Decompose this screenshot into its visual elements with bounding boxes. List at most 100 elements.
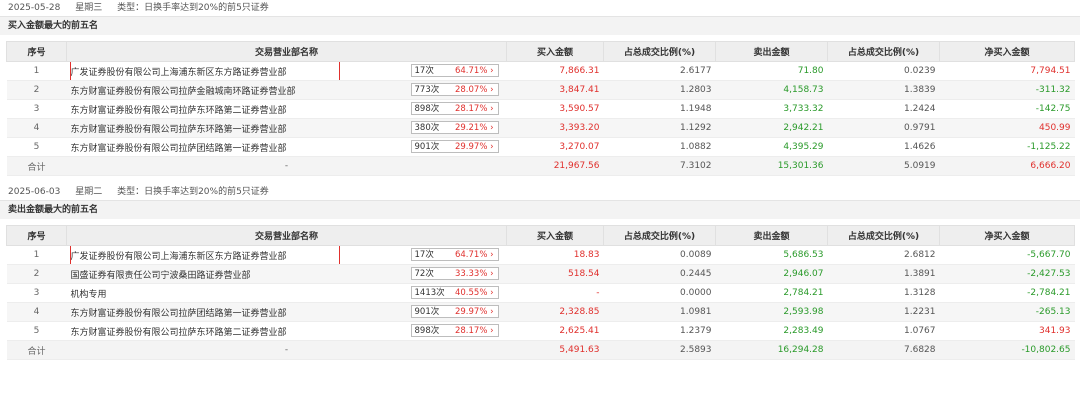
broker-stats-button[interactable]: 17次 64.71% › — [410, 248, 499, 261]
win-rate: 64.71% › — [454, 250, 494, 260]
sell-amount: 71.80 — [715, 61, 828, 81]
col-header-buy-ratio: 占总成交比例(%) — [603, 41, 716, 62]
col-header-sell-ratio: 占总成交比例(%) — [827, 225, 940, 246]
buy-amount: - — [506, 283, 604, 303]
sell-amount: 2,942.21 — [715, 118, 828, 138]
col-header-sell-ratio: 占总成交比例(%) — [827, 41, 940, 62]
buy-ratio: 1.1292 — [603, 118, 716, 138]
total-net: -10,802.65 — [939, 340, 1075, 360]
broker-name-link[interactable]: 东方财富证券股份有限公司拉萨东环路第二证券营业部 — [71, 325, 287, 338]
broker-stats-button[interactable]: 17次 64.71% › — [410, 64, 499, 77]
sell-ratio: 1.4626 — [827, 137, 940, 157]
sell-ratio: 1.0767 — [827, 321, 940, 341]
buy-amount: 3,393.20 — [506, 118, 604, 138]
total-buy-ratio: 7.3102 — [603, 156, 716, 176]
col-header-broker: 交易营业部名称 — [66, 225, 507, 246]
buy-amount: 18.83 — [506, 245, 604, 265]
total-buy: 5,491.63 — [506, 340, 604, 360]
table-row: 1 广发证券股份有限公司上海浦东新区东方路证券营业部 17次 64.71% › 1… — [6, 245, 1075, 265]
sell-ratio: 0.9791 — [827, 118, 940, 138]
type-label: 类型：日换手率达到20%的前5只证券 — [117, 3, 269, 13]
total-sell-ratio: 7.6828 — [827, 340, 940, 360]
trade-count: 17次 — [414, 66, 434, 76]
win-rate: 64.71% › — [454, 66, 494, 76]
total-buy: 21,967.56 — [506, 156, 604, 176]
sell-amount: 3,733.32 — [715, 99, 828, 119]
row-index: 5 — [6, 137, 67, 157]
net-amount: -5,667.70 — [939, 245, 1075, 265]
broker-table: 序号 交易营业部名称 买入金额 占总成交比例(%) 卖出金额 占总成交比例(%)… — [6, 225, 1075, 360]
col-header-buy-ratio: 占总成交比例(%) — [603, 225, 716, 246]
row-index: 2 — [6, 264, 67, 284]
weekday: 星期二 — [75, 187, 103, 197]
table-row: 3 机构专用 1413次 40.55% › - 0.0000 2,784.21 1… — [6, 283, 1075, 303]
broker-stats-button[interactable]: 72次 33.33% › — [410, 267, 499, 280]
broker-name-link[interactable]: 东方财富证券股份有限公司拉萨金融城南环路证券营业部 — [71, 84, 296, 97]
col-header-buy: 买入金额 — [506, 41, 604, 62]
table-row: 2 国盛证券有限责任公司宁波桑田路证券营业部 72次 33.33% › 518.5… — [6, 264, 1075, 284]
broker-stats-button[interactable]: 898次 28.17% › — [410, 324, 499, 337]
broker-stats-button[interactable]: 901次 29.97% › — [410, 305, 499, 318]
broker-stats-button[interactable]: 380次 29.21% › — [410, 121, 499, 134]
broker-name-link[interactable]: 国盛证券有限责任公司宁波桑田路证券营业部 — [71, 268, 251, 281]
buy-amount: 3,847.41 — [506, 80, 604, 100]
net-amount: 341.93 — [939, 321, 1075, 341]
broker-name-link[interactable]: 东方财富证券股份有限公司拉萨东环路第一证券营业部 — [71, 122, 287, 135]
trade-count: 898次 — [414, 104, 440, 114]
win-rate: 29.97% › — [454, 307, 494, 317]
trade-count: 1413次 — [414, 288, 445, 298]
table-row: 4 东方财富证券股份有限公司拉萨团结路第一证券营业部 901次 29.97% › … — [6, 302, 1075, 322]
row-index: 4 — [6, 302, 67, 322]
broker-stats-button[interactable]: 901次 29.97% › — [410, 140, 499, 153]
broker-name-link[interactable]: 东方财富证券股份有限公司拉萨团结路第一证券营业部 — [71, 141, 287, 154]
section-buy-top5: 2025-05-28 星期三 类型：日换手率达到20%的前5只证券 买入金额最大… — [0, 0, 1080, 176]
col-header-buy: 买入金额 — [506, 225, 604, 246]
row-index: 1 — [6, 245, 67, 265]
sell-ratio: 1.2231 — [827, 302, 940, 322]
total-broker: - — [66, 156, 507, 176]
total-label: 合计 — [6, 340, 67, 360]
section-sell-top5: 2025-06-03 星期二 类型：日换手率达到20%的前5只证券 卖出金额最大… — [0, 184, 1080, 360]
row-index: 3 — [6, 99, 67, 119]
col-header-sell: 卖出金额 — [715, 225, 828, 246]
net-amount: 450.99 — [939, 118, 1075, 138]
total-sell: 15,301.36 — [715, 156, 828, 176]
buy-amount: 3,590.57 — [506, 99, 604, 119]
win-rate: 28.17% › — [454, 326, 494, 336]
broker-name-link[interactable]: 广发证券股份有限公司上海浦东新区东方路证券营业部 — [71, 65, 287, 78]
sell-amount: 2,283.49 — [715, 321, 828, 341]
col-header-net: 净买入金额 — [939, 41, 1075, 62]
win-rate: 28.07% › — [454, 85, 494, 95]
broker-stats-button[interactable]: 1413次 40.55% › — [410, 286, 499, 299]
net-amount: -1,125.22 — [939, 137, 1075, 157]
buy-amount: 7,866.31 — [506, 61, 604, 81]
net-amount: 7,794.51 — [939, 61, 1075, 81]
broker-name-link[interactable]: 东方财富证券股份有限公司拉萨团结路第一证券营业部 — [71, 306, 287, 319]
win-rate: 33.33% › — [454, 269, 494, 279]
broker-name-link[interactable]: 广发证券股份有限公司上海浦东新区东方路证券营业部 — [71, 249, 287, 262]
trade-count: 17次 — [414, 250, 434, 260]
buy-amount: 518.54 — [506, 264, 604, 284]
buy-ratio: 2.6177 — [603, 61, 716, 81]
win-rate: 28.17% › — [454, 104, 494, 114]
buy-ratio: 1.0882 — [603, 137, 716, 157]
row-index: 4 — [6, 118, 67, 138]
broker-table: 序号 交易营业部名称 买入金额 占总成交比例(%) 卖出金额 占总成交比例(%)… — [6, 41, 1075, 176]
net-amount: -2,784.21 — [939, 283, 1075, 303]
sell-ratio: 2.6812 — [827, 245, 940, 265]
broker-name-link[interactable]: 东方财富证券股份有限公司拉萨东环路第二证券营业部 — [71, 103, 287, 116]
broker-stats-button[interactable]: 898次 28.17% › — [410, 102, 499, 115]
table-header-row: 序号 交易营业部名称 买入金额 占总成交比例(%) 卖出金额 占总成交比例(%)… — [6, 41, 1075, 62]
col-header-net: 净买入金额 — [939, 225, 1075, 246]
row-index: 2 — [6, 80, 67, 100]
sell-ratio: 1.3891 — [827, 264, 940, 284]
row-index: 5 — [6, 321, 67, 341]
net-amount: -142.75 — [939, 99, 1075, 119]
date-line: 2025-06-03 星期二 类型：日换手率达到20%的前5只证券 — [0, 184, 1080, 200]
buy-ratio: 1.1948 — [603, 99, 716, 119]
broker-stats-button[interactable]: 773次 28.07% › — [410, 83, 499, 96]
total-sell: 16,294.28 — [715, 340, 828, 360]
broker-name-link[interactable]: 机构专用 — [71, 287, 107, 300]
total-broker: - — [66, 340, 507, 360]
buy-ratio: 1.0981 — [603, 302, 716, 322]
